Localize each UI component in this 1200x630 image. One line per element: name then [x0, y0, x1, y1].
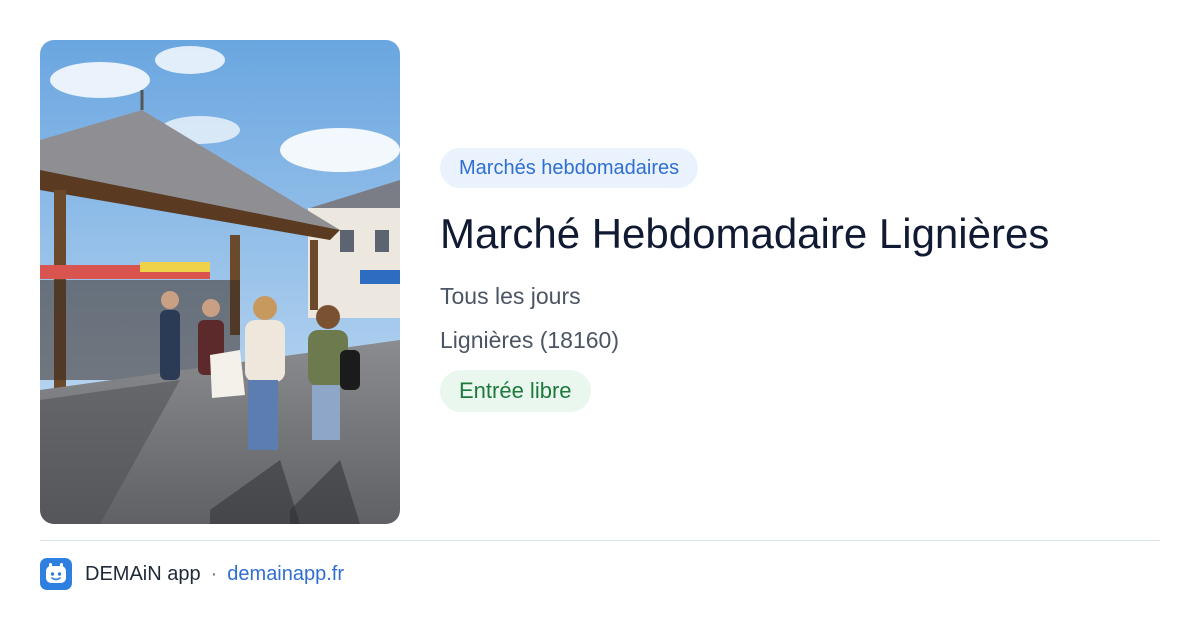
access-chip: Entrée libre — [440, 370, 591, 412]
footer: DEMAiN app · demainapp.fr — [40, 558, 344, 590]
category-chip[interactable]: Marchés hebdomadaires — [440, 148, 699, 188]
footer-divider — [40, 540, 1160, 541]
event-schedule: Tous les jours — [440, 283, 581, 309]
app-url-link[interactable]: demainapp.fr — [227, 563, 344, 586]
event-location: Lignières (18160) — [440, 327, 620, 353]
footer-separator: · — [210, 562, 218, 585]
event-photo — [40, 40, 400, 524]
event-info: Marchés hebdomadaires Marché Hebdomadair… — [440, 148, 1160, 412]
event-title: Marché Hebdomadaire Lignières — [440, 210, 1050, 257]
demain-logo-icon — [40, 558, 72, 590]
app-name: DEMAiN app — [85, 562, 201, 585]
